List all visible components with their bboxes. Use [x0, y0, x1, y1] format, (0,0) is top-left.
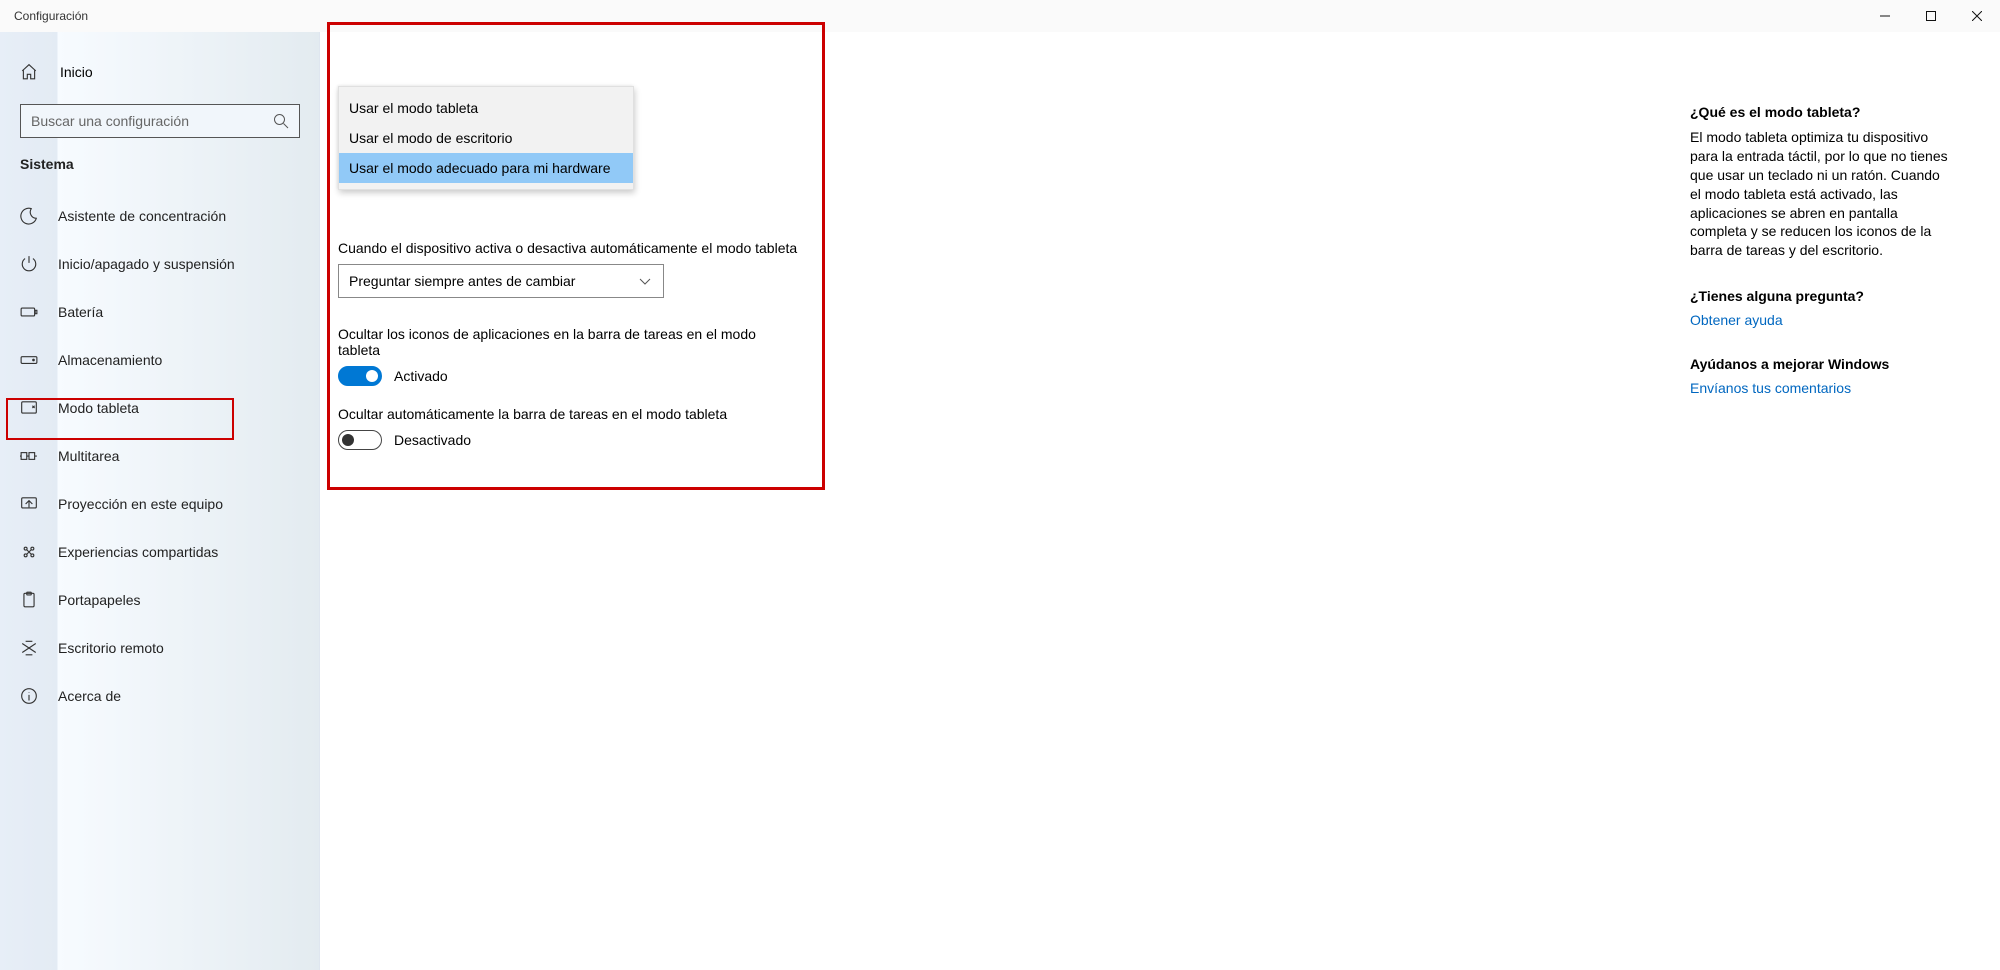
feedback-link[interactable]: Envíanos tus comentarios — [1690, 380, 1950, 396]
search-wrap — [0, 92, 319, 146]
clipboard-icon — [20, 591, 38, 609]
sidebar-item-focus-assist[interactable]: Asistente de concentración — [0, 192, 319, 240]
nav-list: Asistente de concentración Inicio/apagad… — [0, 186, 319, 720]
sidebar-item-power-sleep[interactable]: Inicio/apagado y suspensión — [0, 240, 319, 288]
client-area: Inicio Sistema Asistente de concentració… — [0, 32, 2000, 970]
maximize-icon — [1926, 11, 1936, 21]
sidebar-item-label: Proyección en este equipo — [58, 496, 223, 512]
sidebar-item-storage[interactable]: Almacenamiento — [0, 336, 319, 384]
sidebar-item-remote-desktop[interactable]: Escritorio remoto — [0, 624, 319, 672]
sidebar-item-label: Batería — [58, 304, 103, 320]
multitask-icon — [20, 447, 38, 465]
shared-icon — [20, 543, 38, 561]
sidebar-item-clipboard[interactable]: Portapapeles — [0, 576, 319, 624]
minimize-icon — [1880, 11, 1890, 21]
sidebar-item-projecting[interactable]: Proyección en este equipo — [0, 480, 319, 528]
search-input[interactable] — [31, 113, 273, 129]
maximize-button[interactable] — [1908, 0, 1954, 32]
content-area: Modo tableta Usar el modo tableta Usar e… — [320, 32, 2000, 970]
help-what-title: ¿Qué es el modo tableta? — [1690, 104, 1950, 120]
moon-icon — [20, 207, 38, 225]
sidebar-item-label: Escritorio remoto — [58, 640, 164, 656]
close-icon — [1972, 11, 1982, 21]
sidebar-item-tablet-mode[interactable]: Modo tableta — [0, 384, 319, 432]
toggle-state-text: Desactivado — [394, 432, 471, 448]
storage-icon — [20, 351, 38, 369]
sidebar-item-label: Portapapeles — [58, 592, 141, 608]
setting-label-hide-icons: Ocultar los iconos de aplicaciones en la… — [338, 326, 798, 358]
toggle-hide-taskbar[interactable] — [338, 430, 382, 450]
auto-switch-combo[interactable]: Preguntar siempre antes de cambiar — [338, 264, 664, 298]
toggle-hide-icons[interactable] — [338, 366, 382, 386]
sidebar-item-multitasking[interactable]: Multitarea — [0, 432, 319, 480]
help-column: ¿Qué es el modo tableta? El modo tableta… — [1690, 56, 1950, 970]
power-icon — [20, 255, 38, 273]
sidebar-item-label: Modo tableta — [58, 400, 139, 416]
signin-mode-dropdown-list: Usar el modo tableta Usar el modo de esc… — [338, 86, 634, 190]
tablet-icon — [20, 399, 38, 417]
search-icon — [273, 113, 289, 129]
titlebar: Configuración — [0, 0, 2000, 32]
battery-icon — [20, 303, 38, 321]
sidebar-item-shared-experiences[interactable]: Experiencias compartidas — [0, 528, 319, 576]
help-question-title: ¿Tienes alguna pregunta? — [1690, 288, 1950, 304]
remote-icon — [20, 639, 38, 657]
sidebar-item-label: Acerca de — [58, 688, 121, 704]
get-help-link[interactable]: Obtener ayuda — [1690, 312, 1950, 328]
setting-label-auto-switch: Cuando el dispositivo activa o desactiva… — [338, 240, 798, 256]
window-controls — [1862, 0, 2000, 32]
project-icon — [20, 495, 38, 513]
section-label: Sistema — [0, 146, 319, 186]
help-what-body: El modo tableta optimiza tu dispositivo … — [1690, 128, 1950, 260]
settings-window: Configuración Inicio — [0, 0, 2000, 970]
close-button[interactable] — [1954, 0, 2000, 32]
search-box[interactable] — [20, 104, 300, 138]
main-column: Modo tableta Usar el modo tableta Usar e… — [338, 56, 828, 970]
combo-value: Preguntar siempre antes de cambiar — [349, 273, 575, 289]
home-nav[interactable]: Inicio — [0, 52, 319, 92]
dropdown-option[interactable]: Usar el modo adecuado para mi hardware — [339, 153, 633, 183]
dropdown-option[interactable]: Usar el modo tableta — [339, 93, 633, 123]
sidebar-item-about[interactable]: Acerca de — [0, 672, 319, 720]
chevron-down-icon — [637, 273, 653, 289]
sidebar-item-label: Inicio/apagado y suspensión — [58, 256, 235, 272]
sidebar-item-battery[interactable]: Batería — [0, 288, 319, 336]
sidebar-item-label: Asistente de concentración — [58, 208, 226, 224]
help-improve-title: Ayúdanos a mejorar Windows — [1690, 356, 1950, 372]
setting-label-hide-taskbar: Ocultar automáticamente la barra de tare… — [338, 406, 798, 422]
sidebar-item-label: Almacenamiento — [58, 352, 162, 368]
minimize-button[interactable] — [1862, 0, 1908, 32]
toggle-state-text: Activado — [394, 368, 448, 384]
dropdown-option[interactable]: Usar el modo de escritorio — [339, 123, 633, 153]
home-label: Inicio — [60, 64, 93, 80]
sidebar-item-label: Experiencias compartidas — [58, 544, 218, 560]
sidebar-item-label: Multitarea — [58, 448, 119, 464]
sidebar: Inicio Sistema Asistente de concentració… — [0, 32, 320, 970]
window-title: Configuración — [14, 9, 88, 23]
info-icon — [20, 687, 38, 705]
home-icon — [20, 63, 38, 81]
